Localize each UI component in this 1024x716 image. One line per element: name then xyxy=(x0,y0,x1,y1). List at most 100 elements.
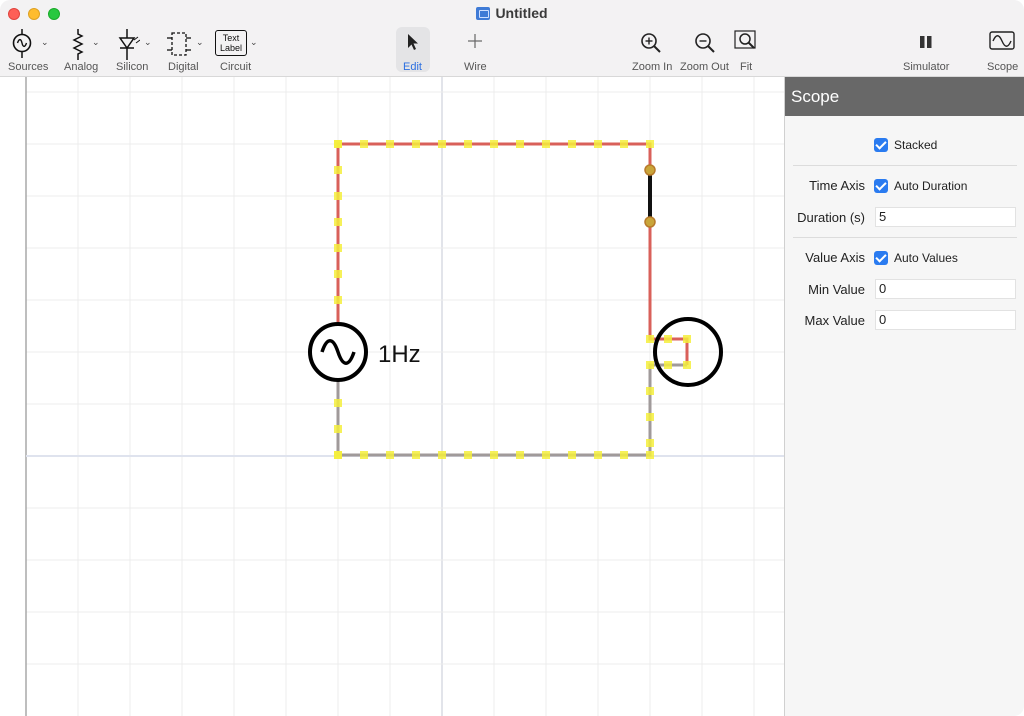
chevron-down-icon: ⌄ xyxy=(144,37,152,47)
pause-icon xyxy=(920,36,932,48)
switch-terminal-top[interactable] xyxy=(644,164,656,176)
digital-label: Digital xyxy=(168,61,199,73)
chevron-down-icon: ⌄ xyxy=(41,37,49,47)
app-window: Untitled ⌄ Sources ⌄ Analog ⌄ Silicon ⌄ … xyxy=(0,0,1024,716)
zoom-out-icon xyxy=(695,33,715,53)
separator xyxy=(793,237,1017,238)
selection-dot xyxy=(568,140,576,148)
digital-tool[interactable]: ⌄ Digital xyxy=(166,27,208,75)
selection-dot xyxy=(664,335,672,343)
selection-dot xyxy=(646,439,654,447)
text-label-icon: Text Label xyxy=(215,30,247,56)
selection-dot xyxy=(334,218,342,226)
analog-tool[interactable]: ⌄ Analog xyxy=(64,27,104,75)
zoom-out-button[interactable]: Zoom Out xyxy=(680,27,730,75)
selection-dot xyxy=(334,192,342,200)
selection-dot xyxy=(620,140,628,148)
selection-dot xyxy=(646,335,654,343)
chevron-down-icon: ⌄ xyxy=(92,37,100,47)
selection-dot xyxy=(464,451,472,459)
document-icon xyxy=(476,7,491,20)
min-value-label: Min Value xyxy=(808,282,865,297)
scope-wave-icon xyxy=(989,31,1015,50)
fit-icon xyxy=(734,30,756,49)
sources-tool[interactable]: ⌄ Sources xyxy=(8,27,52,75)
scope-inspector-panel: Scope Stacked Time Axis Auto Duration Du… xyxy=(784,77,1024,716)
switch-terminal-bottom[interactable] xyxy=(644,216,656,228)
selection-dot xyxy=(646,451,654,459)
plus-icon xyxy=(468,34,482,48)
panel-title: Scope xyxy=(791,87,840,106)
zoom-in-button[interactable]: Zoom In xyxy=(630,27,674,75)
selection-dot xyxy=(438,451,446,459)
selection-dot xyxy=(334,244,342,252)
selection-dot xyxy=(412,451,420,459)
auto-duration-label: Auto Duration xyxy=(894,179,968,193)
window-title-text: Untitled xyxy=(495,5,548,21)
selection-dot xyxy=(386,140,394,148)
selection-dot xyxy=(386,451,394,459)
selection-dot xyxy=(542,140,550,148)
zoom-out-label: Zoom Out xyxy=(680,61,729,73)
fit-button[interactable]: Fit xyxy=(734,27,760,75)
selection-dot xyxy=(646,387,654,395)
auto-values-checkbox[interactable] xyxy=(874,251,888,265)
scope-button[interactable]: Scope xyxy=(984,27,1020,75)
auto-values-label: Auto Values xyxy=(894,251,958,265)
selection-dot xyxy=(664,361,672,369)
fit-label: Fit xyxy=(740,61,753,73)
panel-header: Scope xyxy=(785,77,1024,116)
selection-dot xyxy=(464,140,472,148)
selection-dot xyxy=(334,140,342,148)
silicon-tool[interactable]: ⌄ Silicon xyxy=(116,27,158,75)
wire-label: Wire xyxy=(464,61,487,73)
duration-field[interactable]: 5 xyxy=(875,207,1016,227)
edit-tool[interactable]: Edit xyxy=(396,27,430,75)
selection-dot xyxy=(542,451,550,459)
ac-source-icon xyxy=(12,29,32,58)
selection-dot xyxy=(620,451,628,459)
selection-dot xyxy=(334,425,342,433)
selection-dot xyxy=(438,140,446,148)
time-axis-label: Time Axis xyxy=(809,178,865,193)
analog-label: Analog xyxy=(64,61,99,73)
circuit-tool[interactable]: Text Label ⌄ Circuit xyxy=(214,27,262,75)
circuit-label: Circuit xyxy=(220,61,252,73)
selection-dot xyxy=(646,361,654,369)
selection-dot xyxy=(360,140,368,148)
scope-label: Scope xyxy=(987,61,1019,73)
stacked-label: Stacked xyxy=(894,138,938,152)
sources-label: Sources xyxy=(8,61,49,73)
selection-dot xyxy=(360,451,368,459)
selection-dot xyxy=(646,413,654,421)
resistor-icon xyxy=(72,29,84,60)
circuit-drawing[interactable]: 1Hz xyxy=(0,77,784,716)
zoom-in-label: Zoom In xyxy=(632,61,673,73)
selection-dot xyxy=(334,270,342,278)
toolbar: Untitled ⌄ Sources ⌄ Analog ⌄ Silicon ⌄ … xyxy=(0,0,1024,77)
selection-dot xyxy=(594,140,602,148)
duration-label: Duration (s) xyxy=(797,210,865,225)
simulator-button[interactable]: Simulator xyxy=(900,27,952,75)
circuit-canvas[interactable]: 1Hz xyxy=(0,77,784,716)
auto-duration-checkbox[interactable] xyxy=(874,179,888,193)
value-axis-label: Value Axis xyxy=(805,250,865,265)
selection-dot xyxy=(334,296,342,304)
max-value-field[interactable]: 0 xyxy=(875,310,1016,330)
selection-dot xyxy=(683,335,691,343)
selection-dot xyxy=(683,361,691,369)
selection-dot xyxy=(490,140,498,148)
wire-tool[interactable]: Wire xyxy=(462,27,492,75)
chevron-down-icon: ⌄ xyxy=(250,37,258,47)
window-title: Untitled xyxy=(0,5,1024,21)
selection-dot xyxy=(516,140,524,148)
max-value-label: Max Value xyxy=(804,313,865,328)
min-value-field[interactable]: 0 xyxy=(875,279,1016,299)
selection-dot xyxy=(516,451,524,459)
zoom-in-icon xyxy=(641,33,661,53)
ac-source-component[interactable] xyxy=(308,322,368,382)
edit-label: Edit xyxy=(403,61,422,73)
silicon-label: Silicon xyxy=(116,61,149,73)
selection-dot xyxy=(334,399,342,407)
stacked-checkbox[interactable] xyxy=(874,138,888,152)
